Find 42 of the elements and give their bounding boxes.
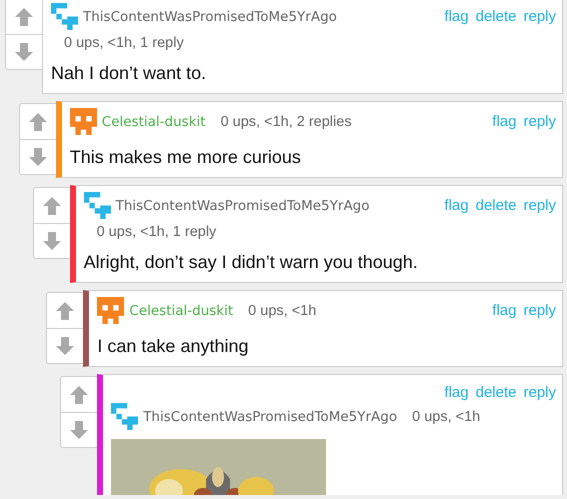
action-link[interactable]: flag [492,113,516,130]
username[interactable]: ThisContentWasPromisedToMe5YrAgo [83,8,337,24]
skull-icon [97,297,124,324]
comment-meta: 0 ups, <1h [412,408,480,424]
action-link[interactable]: delete [476,384,516,400]
pixel-blocks-icon [51,3,78,30]
action-link[interactable]: reply [523,113,556,130]
up-arrow-icon [69,384,90,406]
down-arrow-icon [28,146,48,168]
comment-text: Alright, don’t say I didn’t warn you though. [84,252,419,273]
action-link[interactable]: flag [492,302,516,319]
comment-meta: 0 ups, <1h [248,302,316,318]
action-link[interactable]: flag [444,8,469,25]
up-arrow-icon [55,300,76,322]
comment-text: I can take anything [97,336,250,357]
action-link[interactable]: reply [523,384,556,400]
action-link[interactable]: flag [444,197,469,214]
pixel-blocks-icon [84,192,111,219]
username[interactable]: ThisContentWasPromisedToMe5YrAgo [143,408,398,424]
down-arrow-icon [14,41,34,63]
comment-text: Nah I don’t want to. [51,63,208,84]
comment-meta: 0 ups, <1h, 1 reply [96,224,218,240]
up-arrow-icon [28,110,48,132]
action-link[interactable]: delete [476,8,516,25]
down-arrow-icon [42,230,62,252]
comment-meta: 0 ups, <1h, 1 reply [64,35,185,51]
action-link[interactable]: reply [523,302,556,319]
up-arrow-icon [14,6,34,28]
comment-text: This makes me more curious [70,147,302,168]
action-link[interactable]: delete [476,197,516,214]
down-arrow-icon [55,335,76,357]
skull-icon [70,108,97,135]
pixel-blocks-icon [111,403,138,430]
username[interactable]: Celestial-duskit [102,114,206,130]
comment-meta: 0 ups, <1h, 2 replies [220,114,352,130]
up-arrow-icon [42,194,62,216]
username[interactable]: Celestial-duskit [129,302,234,318]
username[interactable]: ThisContentWasPromisedToMe5YrAgo [116,198,370,214]
down-arrow-icon [69,419,90,441]
action-link[interactable]: reply [523,8,556,25]
action-link[interactable]: reply [523,197,556,214]
action-link[interactable]: flag [444,384,469,400]
